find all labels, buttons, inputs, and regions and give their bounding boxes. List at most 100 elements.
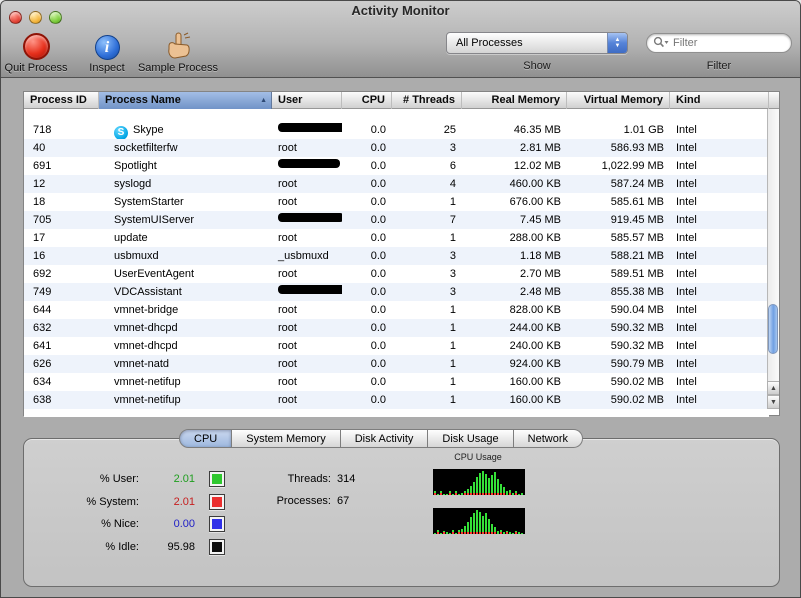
- cell-kind: Intel: [676, 232, 697, 244]
- cell-virtual-memory: 590.02 MB: [610, 376, 664, 388]
- process-row-vmnet-bridge-644[interactable]: 644 vmnet-bridge root 0.0 1 828.00 KB 590.04 M…: [24, 301, 769, 319]
- cell-pid: 16: [33, 250, 46, 262]
- idle-color-swatch: [212, 541, 222, 552]
- vertical-scrollbar[interactable]: ▲ ▼: [767, 109, 779, 409]
- cell-virtual-memory: 589.51 MB: [610, 268, 664, 280]
- cell-kind: Intel: [676, 268, 697, 280]
- cell-virtual-memory: 590.32 MB: [610, 340, 664, 352]
- process-row-systemuiserver-705[interactable]: 705 SystemUIServer 0.0 7 7.45 MB 919.45 MB Int…: [24, 211, 769, 229]
- cell-process-name: Spotlight: [114, 160, 157, 172]
- cell-threads: 7: [449, 214, 456, 226]
- cell-user: root: [278, 196, 297, 208]
- system-color-well[interactable]: [209, 493, 225, 510]
- scroll-down-button[interactable]: ▼: [767, 395, 779, 409]
- system-color-swatch: [212, 496, 222, 507]
- cell-cpu: 0.0: [370, 250, 386, 262]
- nice-color-well[interactable]: [209, 516, 225, 532]
- cell-real-memory: 460.00 KB: [509, 178, 561, 190]
- stat-value-user: 2.01: [173, 473, 195, 485]
- process-row-vmnet-natd-626[interactable]: 626 vmnet-natd root 0.0 1 924.00 KB 590.79 MB I…: [24, 355, 769, 373]
- cell-cpu: 0.0: [370, 142, 386, 154]
- cell-threads: 1: [449, 340, 456, 352]
- process-row-skype-718[interactable]: 718 S Skype 0.0 25 46.35 MB 1.01 GB Intel: [24, 121, 769, 139]
- cell-user: [272, 211, 342, 229]
- cpu-usage-title: CPU Usage: [454, 452, 502, 462]
- cell-user: _usbmuxd: [278, 250, 329, 262]
- cell-kind: Intel: [676, 250, 697, 262]
- column-header-virtual-memory[interactable]: Virtual Memory: [567, 92, 670, 109]
- processes-label: Processes:: [276, 495, 331, 507]
- process-row-vmnet-netifup-638[interactable]: 638 vmnet-netifup root 0.0 1 160.00 KB 590.02 …: [24, 391, 769, 409]
- column-header-process-name[interactable]: Process Name ▲: [99, 92, 272, 109]
- process-table: Process ID Process Name ▲ User CPU # Threads R…: [23, 91, 780, 417]
- process-row-spotlight-691[interactable]: 691 Spotlight 0.0 6 12.02 MB 1,022.99 MB Intel: [24, 157, 769, 175]
- cell-cpu: 0.0: [370, 160, 386, 172]
- cell-kind: Intel: [676, 214, 697, 226]
- cell-real-memory: 240.00 KB: [509, 340, 561, 352]
- process-row-vmnet-dhcpd-641[interactable]: 641 vmnet-dhcpd root 0.0 1 240.00 KB 590.32 MB…: [24, 337, 769, 355]
- inspect-button[interactable]: i Inspect: [81, 24, 133, 74]
- cell-cpu: 0.0: [370, 304, 386, 316]
- cell-threads: 1: [449, 196, 456, 208]
- cell-virtual-memory: 919.45 MB: [610, 214, 664, 226]
- idle-color-well[interactable]: [209, 538, 225, 555]
- stat-row-idle: % Idle: 95.98: [23, 538, 233, 556]
- cell-user: root: [278, 322, 297, 334]
- cell-process-name: vmnet-dhcpd: [114, 322, 178, 334]
- cell-threads: 1: [449, 358, 456, 370]
- cell-virtual-memory: 1.01 GB: [623, 124, 664, 136]
- process-row-vdcassistant-749[interactable]: 749 VDCAssistant 0.0 3 2.48 MB 855.38 MB Intel: [24, 283, 769, 301]
- cell-pid: 634: [33, 376, 52, 388]
- cell-pid: 626: [33, 358, 52, 370]
- process-row-vmnet-netifup-634[interactable]: 634 vmnet-netifup root 0.0 1 160.00 KB 590.02 …: [24, 373, 769, 391]
- user-color-well[interactable]: [209, 471, 225, 487]
- cell-real-memory: 2.48 MB: [520, 286, 561, 298]
- sample-process-button[interactable]: Sample Process: [136, 24, 220, 74]
- process-row-update-17[interactable]: 17 update root 0.0 1 288.00 KB 585.57 MB Intel: [24, 229, 769, 247]
- cell-threads: 3: [449, 268, 456, 280]
- processes-value: 67: [337, 495, 350, 507]
- cell-threads: 3: [449, 250, 456, 262]
- cell-cpu: 0.0: [370, 286, 386, 298]
- column-header-real-memory[interactable]: Real Memory: [462, 92, 567, 109]
- process-row-vmnet-dhcpd-632[interactable]: 632 vmnet-dhcpd root 0.0 1 244.00 KB 590.32 MB…: [24, 319, 769, 337]
- column-header-cpu[interactable]: CPU: [342, 92, 392, 109]
- cell-process-name: SystemUIServer: [114, 214, 195, 226]
- process-row-usbmuxd-16[interactable]: 16 usbmuxd _usbmuxd 0.0 3 1.18 MB 588.21 MB Int…: [24, 247, 769, 265]
- window-title: Activity Monitor: [351, 3, 450, 18]
- cell-pid: 749: [33, 286, 52, 298]
- scrollbar-thumb[interactable]: [768, 304, 778, 354]
- cell-process-name: SystemStarter: [114, 196, 184, 208]
- process-row-usereventagent-692[interactable]: 692 UserEventAgent root 0.0 3 2.70 MB 589.51 M…: [24, 265, 769, 283]
- cell-kind: Intel: [676, 160, 697, 172]
- quit-process-button[interactable]: Quit Process: [3, 24, 69, 74]
- column-header-threads[interactable]: # Threads: [392, 92, 462, 109]
- cell-virtual-memory: 1,022.99 MB: [601, 160, 664, 172]
- cell-cpu: 0.0: [370, 358, 386, 370]
- stat-value-idle: 95.98: [167, 540, 195, 553]
- cell-user: root: [278, 304, 297, 316]
- cell-kind: Intel: [676, 394, 697, 406]
- process-row-systemstarter-18[interactable]: 18 SystemStarter root 0.0 1 676.00 KB 585.61 M…: [24, 193, 769, 211]
- cell-user: root: [278, 358, 297, 370]
- column-header-process-id[interactable]: Process ID: [24, 92, 99, 109]
- stat-row-system: % System: 2.01: [23, 493, 233, 511]
- process-row-socketfilterfw-40[interactable]: 40 socketfilterfw root 0.0 3 2.81 MB 586.93 MB…: [24, 139, 769, 157]
- cell-kind: Intel: [676, 142, 697, 154]
- cell-kind: Intel: [676, 358, 697, 370]
- process-row-syslogd-12[interactable]: 12 syslogd root 0.0 4 460.00 KB 587.24 MB Intel: [24, 175, 769, 193]
- scroll-up-button[interactable]: ▲: [767, 381, 779, 395]
- cell-kind: Intel: [676, 340, 697, 352]
- cell-virtual-memory: 590.02 MB: [610, 394, 664, 406]
- search-icon[interactable]: [653, 36, 669, 54]
- cell-real-memory: 288.00 KB: [509, 232, 561, 244]
- filter-label: Filter: [706, 60, 732, 72]
- cell-pid: 632: [33, 322, 52, 334]
- column-header-kind[interactable]: Kind: [670, 92, 769, 109]
- cell-user: root: [278, 376, 297, 388]
- show-processes-popup[interactable]: All Processes ▲ ▼: [446, 32, 628, 54]
- column-header-user[interactable]: User: [272, 92, 342, 109]
- cell-process-name: usbmuxd: [114, 250, 159, 262]
- cell-kind: Intel: [676, 286, 697, 298]
- cell-threads: 1: [449, 394, 456, 406]
